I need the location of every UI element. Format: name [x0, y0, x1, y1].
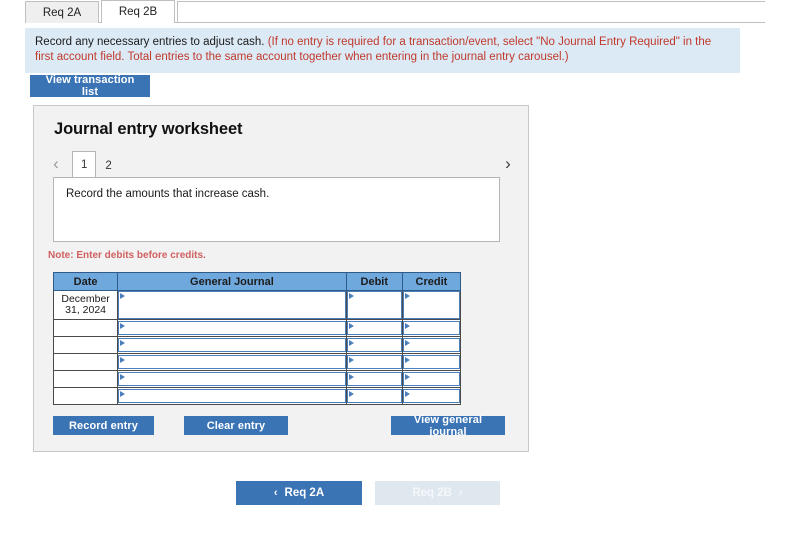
credit-input[interactable]: [402, 372, 460, 386]
table-header-row: Date General Journal Debit Credit: [52, 272, 462, 291]
cell-debit: [345, 319, 403, 337]
table-row: [52, 387, 462, 405]
column-header-debit: Debit: [345, 272, 403, 291]
cell-debit: [345, 387, 403, 405]
cell-general-journal: [117, 336, 347, 354]
cell-credit: [401, 370, 462, 388]
general-journal-input[interactable]: [118, 355, 346, 369]
cell-general-journal: [117, 387, 347, 405]
general-journal-input[interactable]: [118, 372, 346, 386]
debit-input[interactable]: [346, 338, 402, 352]
cell-date: [52, 387, 119, 405]
credit-input[interactable]: [402, 389, 460, 403]
debit-input[interactable]: [346, 389, 402, 403]
table-row: [52, 353, 462, 371]
view-general-journal-label: View general journal: [413, 413, 483, 438]
tab-req-2a-label: Req 2A: [42, 6, 82, 19]
cell-debit: [345, 353, 403, 371]
cell-debit: [345, 370, 403, 388]
record-entry-button[interactable]: Record entry: [53, 416, 154, 435]
general-journal-input[interactable]: [118, 321, 346, 335]
credit-input[interactable]: [402, 291, 460, 319]
carousel-page-2-label: 2: [105, 160, 112, 172]
cell-general-journal: [117, 290, 347, 320]
pager-prev-label: Req 2A: [284, 487, 325, 499]
clear-entry-label: Clear entry: [206, 419, 266, 432]
view-transaction-list-button[interactable]: View transaction list: [30, 74, 150, 98]
panel-title: Journal entry worksheet: [54, 120, 243, 138]
cell-credit: [401, 387, 462, 405]
chevron-left-icon: ‹: [273, 487, 278, 499]
tabstrip-filler: [177, 1, 765, 23]
cell-general-journal: [117, 353, 347, 371]
carousel-page-2[interactable]: 2: [96, 153, 120, 178]
chevron-right-icon[interactable]: ›: [499, 153, 517, 175]
credit-input[interactable]: [402, 321, 460, 335]
tab-req-2b[interactable]: Req 2B: [101, 0, 175, 23]
instruction-banner: Record any necessary entries to adjust c…: [25, 28, 740, 73]
journal-entry-table: Date General Journal Debit Credit Decemb…: [52, 272, 462, 405]
cell-date: [52, 319, 119, 337]
cell-credit: [401, 290, 462, 320]
pager-prev-button[interactable]: ‹ Req 2A: [236, 481, 362, 505]
journal-entry-worksheet-panel: Journal entry worksheet ‹ 1 2 › Record t…: [33, 105, 529, 452]
table-row: December 31, 2024: [52, 290, 462, 320]
carousel-page-1[interactable]: 1: [72, 151, 97, 178]
credit-input[interactable]: [402, 355, 460, 369]
cell-date: [52, 353, 119, 371]
credit-input[interactable]: [402, 338, 460, 352]
chevron-right-icon: ›: [458, 487, 463, 499]
carousel-prev-glyph: ‹: [53, 154, 59, 173]
column-header-general-journal: General Journal: [117, 272, 347, 291]
clear-entry-button[interactable]: Clear entry: [184, 416, 288, 435]
journal-table-body: December 31, 2024: [52, 290, 462, 405]
cell-general-journal: [117, 319, 347, 337]
carousel-page-list: 1 2: [72, 151, 121, 178]
worksheet-carousel: ‹ 1 2 ›: [47, 151, 517, 178]
chevron-left-icon[interactable]: ‹: [47, 153, 65, 175]
instruction-main-text: Record any necessary entries to adjust c…: [35, 36, 265, 48]
cell-date: [52, 336, 119, 354]
tab-req-2a[interactable]: Req 2A: [25, 1, 99, 23]
cell-credit: [401, 336, 462, 354]
record-entry-label: Record entry: [68, 419, 139, 432]
worksheet-prompt-box: Record the amounts that increase cash.: [53, 177, 500, 242]
debit-input[interactable]: [346, 321, 402, 335]
requirement-pager: ‹ Req 2A Req 2B ›: [236, 481, 500, 505]
carousel-page-1-label: 1: [81, 159, 88, 171]
cell-debit: [345, 336, 403, 354]
general-journal-input[interactable]: [118, 291, 346, 319]
carousel-next-glyph: ›: [505, 154, 511, 173]
cell-date: December 31, 2024: [52, 290, 119, 320]
view-transaction-list-label: View transaction list: [45, 74, 135, 98]
tab-req-2b-label: Req 2B: [118, 6, 158, 18]
table-row: [52, 336, 462, 354]
debit-input[interactable]: [346, 355, 402, 369]
cell-credit: [401, 353, 462, 371]
cell-debit: [345, 290, 403, 320]
column-header-credit: Credit: [401, 272, 462, 291]
pager-next-label: Req 2B: [412, 487, 452, 499]
cell-credit: [401, 319, 462, 337]
requirement-tabstrip: Req 2A Req 2B: [25, 0, 765, 23]
debit-input[interactable]: [346, 372, 402, 386]
debits-before-credits-note: Note: Enter debits before credits.: [48, 250, 206, 261]
general-journal-input[interactable]: [118, 338, 346, 352]
cell-general-journal: [117, 370, 347, 388]
general-journal-input[interactable]: [118, 389, 346, 403]
debit-input[interactable]: [346, 291, 402, 319]
view-general-journal-button[interactable]: View general journal: [391, 413, 505, 438]
cell-date: [52, 370, 119, 388]
worksheet-prompt-text: Record the amounts that increase cash.: [66, 188, 270, 200]
table-row: [52, 370, 462, 388]
table-row: [52, 319, 462, 337]
column-header-date: Date: [52, 272, 119, 291]
pager-next-button: Req 2B ›: [375, 481, 500, 505]
